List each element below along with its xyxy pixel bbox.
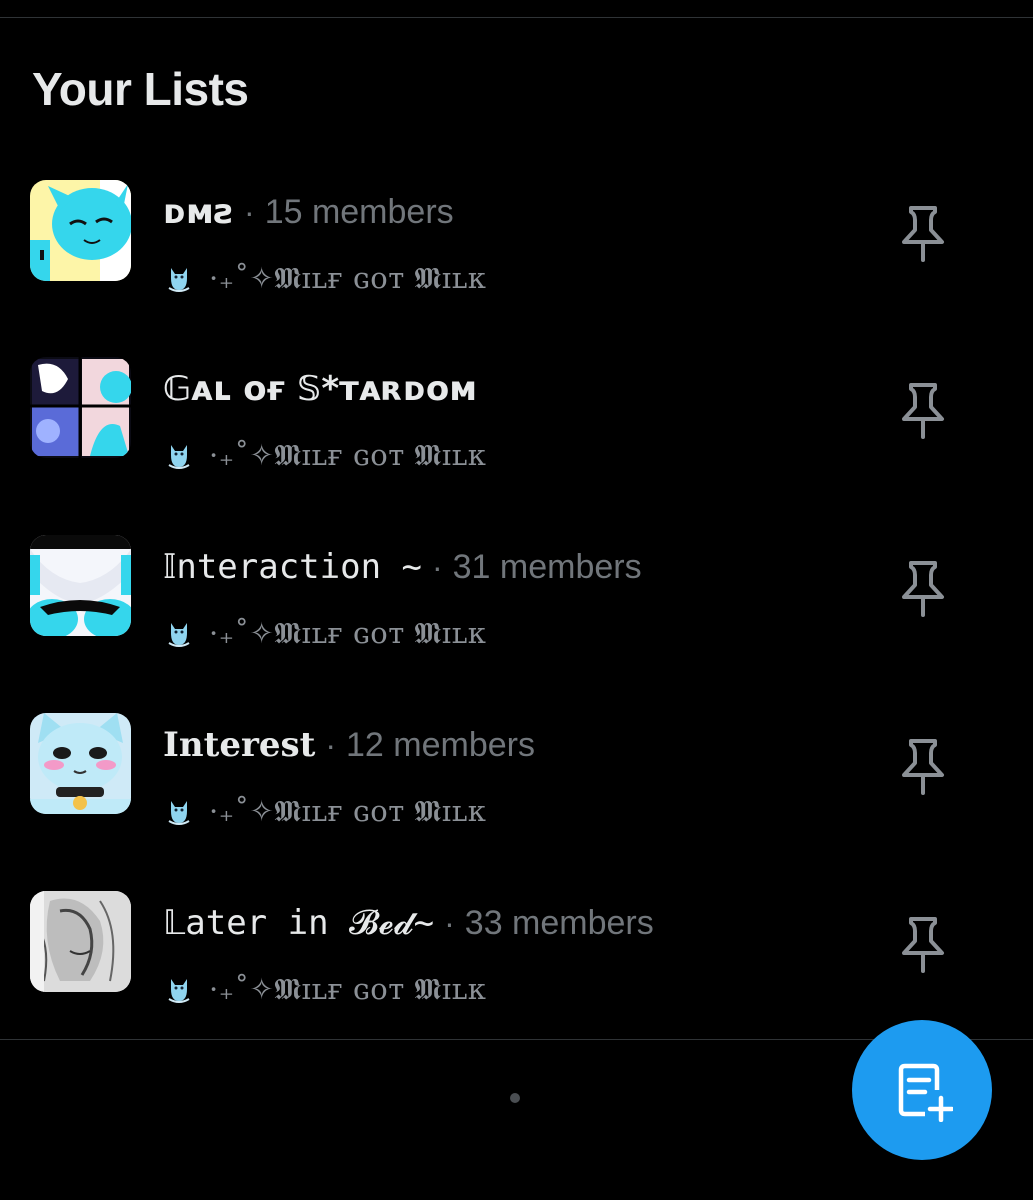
pin-icon — [902, 739, 944, 795]
owner-avatar — [163, 973, 195, 1005]
owner-name: ·₊˚✧𝕸ɪʟғ ɢᴏᴛ 𝕸ɪʟᴋ — [209, 971, 487, 1006]
owner-avatar — [163, 262, 195, 294]
new-list-button[interactable] — [852, 1020, 992, 1160]
list-item-interaction[interactable]: 𝕀nteraction ~ · 31 members ·₊˚✧𝕸ɪʟғ ɢᴏᴛ … — [0, 535, 1033, 713]
list-name: Interest — [163, 725, 316, 765]
new-list-icon — [898, 1063, 953, 1122]
owner-avatar — [163, 439, 195, 471]
separator-dot: · — [444, 905, 455, 941]
member-count: 15 members — [264, 193, 454, 231]
separator-dot: · — [244, 194, 255, 230]
list-thumbnail — [30, 535, 131, 636]
page-title: Your Lists — [32, 63, 249, 115]
list-name: 𝕀nteraction ~ — [163, 547, 422, 587]
pin-button[interactable] — [894, 735, 952, 799]
pin-icon — [902, 917, 944, 973]
member-count: 31 members — [452, 548, 642, 586]
pin-button[interactable] — [894, 557, 952, 621]
top-divider — [0, 17, 1033, 18]
list-name: ᴅᴍꙅ — [163, 192, 235, 232]
member-count: 33 members — [464, 904, 654, 942]
pin-button[interactable] — [894, 913, 952, 977]
pin-icon — [902, 206, 944, 262]
list-thumbnail — [30, 891, 131, 992]
list-item-gal-of-stardom[interactable]: 𝔾ᴀʟ ᴏғ 𝕊*ᴛᴀʀᴅᴏᴍ ·₊˚✧𝕸ɪʟғ ɢᴏᴛ 𝕸ɪʟᴋ — [0, 357, 1033, 535]
list-name: 𝔾ᴀʟ ᴏғ 𝕊*ᴛᴀʀᴅᴏᴍ — [163, 369, 478, 409]
owner-avatar — [163, 795, 195, 827]
list-name: 𝕃ater in 𝓑𝓮𝓭~ — [163, 903, 435, 943]
list-item-dms[interactable]: ᴅᴍꙅ · 15 members ·₊˚✧𝕸ɪʟғ ɢᴏᴛ 𝕸ɪʟᴋ — [0, 180, 1033, 358]
separator-dot: · — [431, 549, 443, 585]
owner-name: ·₊˚✧𝕸ɪʟғ ɢᴏᴛ 𝕸ɪʟᴋ — [209, 615, 487, 650]
pin-button[interactable] — [894, 379, 952, 443]
list-thumbnail — [30, 357, 131, 458]
pin-button[interactable] — [894, 202, 952, 266]
owner-name: ·₊˚✧𝕸ɪʟғ ɢᴏᴛ 𝕸ɪʟᴋ — [209, 793, 487, 828]
owner-name: ·₊˚✧𝕸ɪʟғ ɢᴏᴛ 𝕸ɪʟᴋ — [209, 260, 487, 295]
owner-avatar — [163, 617, 195, 649]
member-count: 12 members — [346, 726, 535, 764]
list-thumbnail — [30, 180, 131, 281]
owner-name: ·₊˚✧𝕸ɪʟғ ɢᴏᴛ 𝕸ɪʟᴋ — [209, 437, 487, 472]
separator-dot: · — [325, 727, 337, 763]
list-item-interest[interactable]: Interest · 12 members ·₊˚✧𝕸ɪʟғ ɢᴏᴛ 𝕸ɪʟᴋ — [0, 713, 1033, 891]
page-indicator-dot — [510, 1093, 520, 1103]
pin-icon — [902, 561, 944, 617]
pin-icon — [902, 383, 944, 439]
list-thumbnail — [30, 713, 131, 814]
